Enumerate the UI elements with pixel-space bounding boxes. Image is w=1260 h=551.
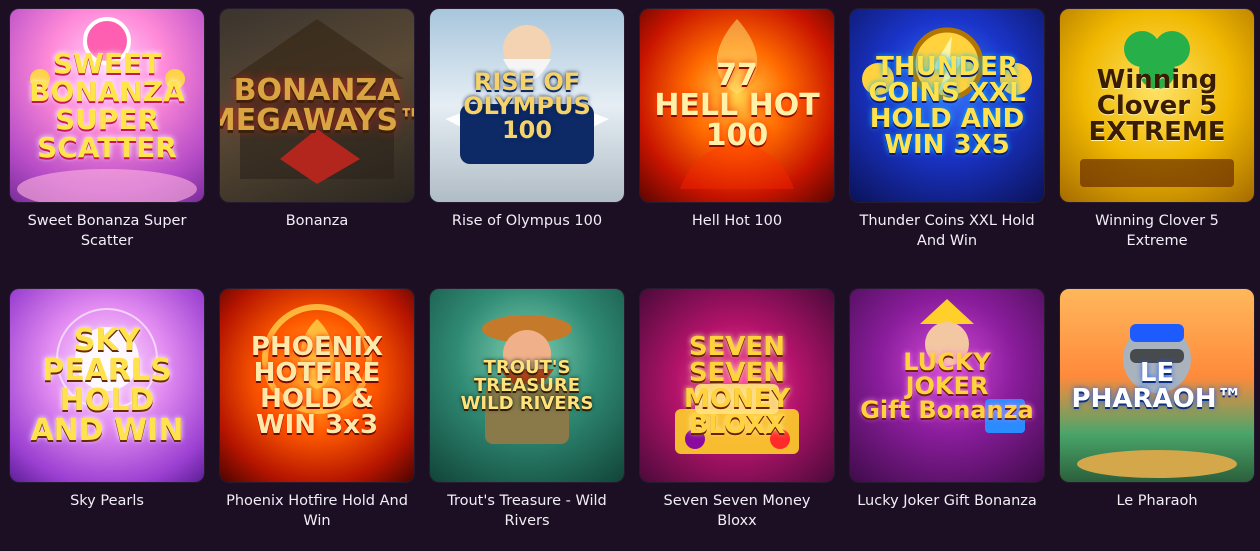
game-logo-text: LUCKY JOKER Gift Bonanza bbox=[860, 347, 1034, 424]
game-thumbnail[interactable]: Winning Clover 5 EXTREME bbox=[1060, 9, 1254, 202]
game-tile-lucky-joker-gift-bonanza[interactable]: LUCKY JOKER Gift Bonanza Lucky Joker Gif… bbox=[850, 289, 1044, 551]
game-thumbnail[interactable]: RISE OF OLYMPUS 100 bbox=[430, 9, 624, 202]
game-thumbnail[interactable]: LUCKY JOKER Gift Bonanza bbox=[850, 289, 1044, 482]
game-thumbnail[interactable]: BONANZA MEGAWAYS™ bbox=[220, 9, 414, 202]
game-logo-text: SKY PEARLS HOLD AND WIN bbox=[30, 322, 184, 448]
game-thumbnail[interactable]: PHOENIX HOTFIRE HOLD & WIN 3x3 bbox=[220, 289, 414, 482]
game-title[interactable]: Lucky Joker Gift Bonanza bbox=[850, 491, 1044, 511]
game-logo-text: TROUT'S TREASURE WILD RIVERS bbox=[460, 356, 594, 414]
game-thumbnail[interactable]: 77 HELL HOT 100 bbox=[640, 9, 834, 202]
game-title[interactable]: Seven Seven Money Bloxx bbox=[640, 491, 834, 531]
game-title[interactable]: Thunder Coins XXL Hold And Win bbox=[850, 211, 1044, 251]
game-thumbnail[interactable]: SWEET BONANZA SUPER SCATTER bbox=[10, 9, 204, 202]
game-title[interactable]: Hell Hot 100 bbox=[640, 211, 834, 231]
game-tile-sweet-bonanza-super-scatter[interactable]: SWEET BONANZA SUPER SCATTER Sweet Bonanz… bbox=[10, 9, 204, 271]
game-thumbnail[interactable]: SKY PEARLS HOLD AND WIN bbox=[10, 289, 204, 482]
game-title[interactable]: Le Pharaoh bbox=[1060, 491, 1254, 511]
game-title[interactable]: Trout's Treasure - Wild Rivers bbox=[430, 491, 624, 531]
game-thumbnail[interactable]: THUNDER COINS XXL HOLD AND WIN 3X5 bbox=[850, 9, 1044, 202]
game-logo-text: LE PHARAOH™ bbox=[1071, 357, 1243, 414]
game-tile-trouts-treasure-wild-rivers[interactable]: TROUT'S TREASURE WILD RIVERS Trout's Tre… bbox=[430, 289, 624, 551]
game-tile-phoenix-hotfire-hold-and-win[interactable]: PHOENIX HOTFIRE HOLD & WIN 3x3 Phoenix H… bbox=[220, 289, 414, 551]
game-tile-hell-hot-100[interactable]: 77 HELL HOT 100 Hell Hot 100 bbox=[640, 9, 834, 271]
game-tile-le-pharaoh[interactable]: LE PHARAOH™ Le Pharaoh bbox=[1060, 289, 1254, 551]
game-tile-thunder-coins-xxl-hold-and-win[interactable]: THUNDER COINS XXL HOLD AND WIN 3X5 Thund… bbox=[850, 9, 1044, 271]
game-tile-seven-seven-money-bloxx[interactable]: SEVEN SEVEN MONEY BLOXX Seven Seven Mone… bbox=[640, 289, 834, 551]
game-thumbnail[interactable]: SEVEN SEVEN MONEY BLOXX bbox=[640, 289, 834, 482]
game-title[interactable]: Rise of Olympus 100 bbox=[430, 211, 624, 231]
game-tile-sky-pearls[interactable]: SKY PEARLS HOLD AND WIN Sky Pearls bbox=[10, 289, 204, 551]
game-title[interactable]: Bonanza bbox=[220, 211, 414, 231]
game-logo-text: Winning Clover 5 EXTREME bbox=[1088, 64, 1226, 147]
game-title[interactable]: Winning Clover 5 Extreme bbox=[1060, 211, 1254, 251]
game-title[interactable]: Sweet Bonanza Super Scatter bbox=[10, 211, 204, 251]
game-logo-text: 77 HELL HOT 100 bbox=[654, 57, 820, 153]
game-logo-text: BONANZA MEGAWAYS™ bbox=[220, 72, 414, 138]
game-logo-text: PHOENIX HOTFIRE HOLD & WIN 3x3 bbox=[250, 331, 384, 440]
game-thumbnail[interactable]: TROUT'S TREASURE WILD RIVERS bbox=[430, 289, 624, 482]
game-tile-rise-of-olympus-100[interactable]: RISE OF OLYMPUS 100 Rise of Olympus 100 bbox=[430, 9, 624, 271]
game-logo-text: RISE OF OLYMPUS 100 bbox=[463, 67, 591, 144]
game-title[interactable]: Phoenix Hotfire Hold And Win bbox=[220, 491, 414, 531]
game-logo-text: SEVEN SEVEN MONEY BLOXX bbox=[683, 331, 791, 440]
game-logo-text: SWEET BONANZA SUPER SCATTER bbox=[29, 46, 185, 164]
game-title[interactable]: Sky Pearls bbox=[10, 491, 204, 511]
game-thumbnail[interactable]: LE PHARAOH™ bbox=[1060, 289, 1254, 482]
game-tile-bonanza[interactable]: BONANZA MEGAWAYS™ Bonanza bbox=[220, 9, 414, 271]
game-tile-winning-clover-5-extreme[interactable]: Winning Clover 5 EXTREME Winning Clover … bbox=[1060, 9, 1254, 271]
game-logo-text: THUNDER COINS XXL HOLD AND WIN 3X5 bbox=[868, 51, 1026, 160]
game-grid: SWEET BONANZA SUPER SCATTER Sweet Bonanz… bbox=[0, 0, 1260, 551]
